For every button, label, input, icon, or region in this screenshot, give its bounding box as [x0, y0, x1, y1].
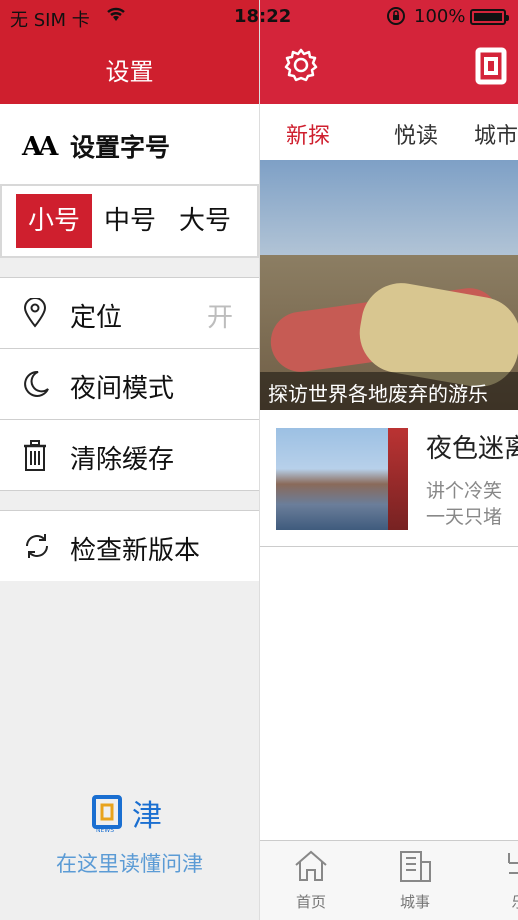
tab-yuedu[interactable]: 悦读 — [394, 118, 438, 150]
font-size-small-button[interactable]: 小号 — [16, 194, 92, 248]
battery-percent: 100% — [414, 6, 466, 27]
content-tabs: 新探 悦读 城市 — [260, 104, 518, 160]
partial-icon — [508, 853, 518, 874]
gear-icon[interactable] — [284, 48, 318, 82]
app-logo-icon — [475, 47, 507, 85]
content-panel[interactable]: 新探 悦读 城市 探访世界各地废弃的游乐 夜色迷离 讲个冷笑 一天只堵 首页 — [259, 0, 518, 920]
article-desc-line-1: 讲个冷笑 — [426, 480, 503, 502]
article-title: 夜色迷离 — [426, 434, 518, 464]
tabbar-home-label: 首页 — [295, 893, 326, 911]
bottom-tab-bar: 首页 城事 乐 — [260, 840, 518, 920]
tab-chengshi[interactable]: 城市 — [474, 118, 518, 150]
brand-logo-char: 津 — [132, 799, 162, 833]
battery-icon — [470, 9, 509, 25]
location-value: 开 — [206, 303, 233, 333]
settings-item-night-mode[interactable]: 夜间模式 — [0, 349, 259, 419]
hero-caption: 探访世界各地废弃的游乐 — [260, 372, 518, 410]
brand-logo: NEWS 津 — [92, 793, 172, 834]
font-size-icon: AA — [22, 132, 58, 162]
font-size-label: 设置字号 — [70, 133, 171, 162]
tabbar-partial[interactable]: 乐 — [484, 849, 518, 912]
tabbar-home[interactable]: 首页 — [276, 849, 346, 912]
article-thumbnail — [276, 428, 408, 530]
status-time: 18:22 — [234, 6, 292, 27]
tabbar-partial-label: 乐 — [484, 891, 518, 912]
location-label: 定位 — [70, 303, 123, 333]
brand-tagline: 在这里读懂问津 — [56, 852, 203, 876]
building-icon — [400, 851, 431, 882]
home-icon — [295, 850, 327, 881]
refresh-icon — [26, 534, 48, 558]
divider — [0, 490, 259, 491]
settings-item-location[interactable]: 定位 开 — [0, 278, 259, 348]
article-description: 讲个冷笑 一天只堵 — [426, 478, 502, 530]
article-desc-line-2: 一天只堵 — [426, 506, 503, 528]
tabbar-city-label: 城事 — [399, 893, 430, 911]
trash-icon — [24, 440, 46, 471]
clear-cache-label: 清除缓存 — [70, 445, 175, 475]
hero-caption-text: 探访世界各地废弃的游乐 — [268, 382, 488, 406]
tab-xintan[interactable]: 新探 — [286, 118, 330, 150]
moon-icon — [24, 370, 49, 397]
settings-panel: 设置 AA 设置字号 小号 中号 大号 定位 开 夜间模式 清除缓存 检查新版本… — [0, 0, 259, 920]
status-bar: 无 SIM 卡 18:22 100% — [0, 0, 518, 34]
font-size-header: AA 设置字号 — [0, 104, 259, 184]
settings-title: 设置 — [105, 58, 154, 86]
night-mode-label: 夜间模式 — [70, 374, 175, 404]
font-size-large-button[interactable]: 大号 — [167, 194, 243, 248]
settings-item-clear-cache[interactable]: 清除缓存 — [0, 420, 259, 490]
hero-image[interactable]: 探访世界各地废弃的游乐 — [260, 160, 518, 410]
brand-logo-mark: NEWS 津 — [92, 795, 162, 834]
settings-item-check-update[interactable]: 检查新版本 — [0, 511, 259, 581]
orientation-lock-icon — [387, 7, 405, 25]
tabbar-city[interactable]: 城事 — [380, 849, 450, 912]
font-size-options: 小号 中号 大号 — [0, 184, 259, 258]
wifi-icon — [107, 7, 125, 21]
location-pin-icon — [23, 298, 47, 328]
article-item[interactable]: 夜色迷离 讲个冷笑 一天只堵 — [260, 410, 518, 547]
check-update-label: 检查新版本 — [70, 536, 201, 566]
svg-text:NEWS: NEWS — [96, 827, 114, 833]
carrier-label: 无 SIM 卡 — [10, 10, 90, 31]
font-size-medium-button[interactable]: 中号 — [92, 194, 168, 248]
